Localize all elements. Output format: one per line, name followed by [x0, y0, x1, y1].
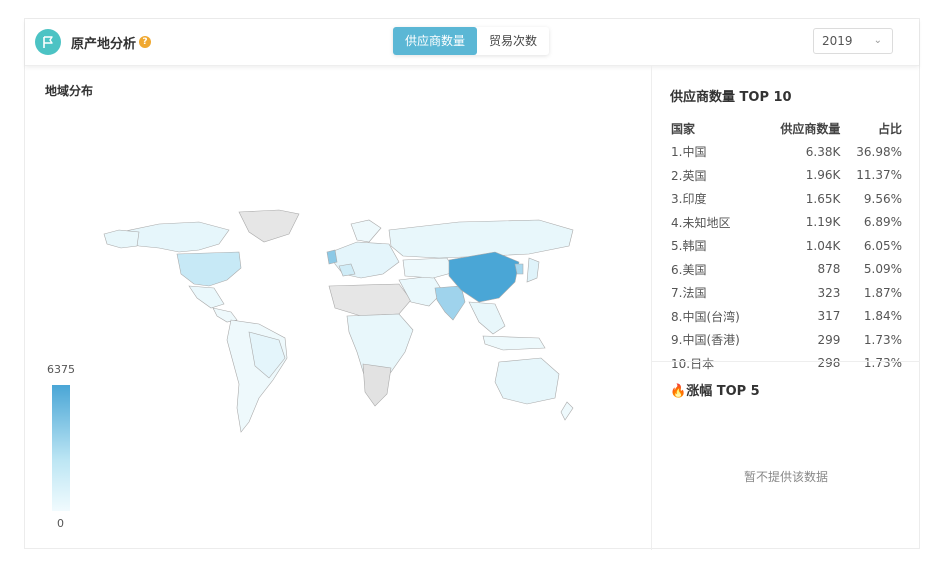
table-row: 7.法国 323 1.87%	[670, 281, 903, 305]
chevron-down-icon: ⌄	[873, 35, 882, 46]
map-region-indonesia	[482, 335, 546, 351]
cell-supplier-count: 1.04K	[805, 238, 841, 253]
cell-share: 36.98%	[856, 144, 902, 159]
map-region-india	[434, 285, 466, 321]
map-region-japan	[526, 257, 540, 283]
cell-country: 10.日本	[671, 356, 715, 371]
cell-share: 1.87%	[863, 285, 902, 300]
origin-analysis-card: 原产地分析 ? 供应商数量 贸易次数 2019 ⌄ 地域分布 6375 0 供应…	[24, 18, 920, 550]
table-header-row: 国家 供应商数量 占比	[670, 116, 903, 140]
map-region-russia	[388, 219, 574, 259]
column-header-supplier-count: 供应商数量	[780, 121, 841, 136]
metric-tabs: 供应商数量 贸易次数	[393, 27, 550, 55]
map-region-europe	[330, 241, 400, 279]
table-row: 5.韩国 1.04K 6.05%	[670, 234, 903, 258]
top5-title-text: 涨幅 TOP 5	[686, 384, 760, 399]
map-region-north-africa	[328, 283, 412, 317]
cell-country: 1.中国	[671, 145, 707, 160]
table-row: 2.英国 1.96K 11.37%	[670, 164, 903, 188]
map-region-uk	[326, 249, 338, 265]
cell-country: 2.英国	[671, 168, 707, 183]
cell-country: 9.中国(香港)	[671, 333, 740, 348]
table-row: 10.日本 298 1.73%	[670, 352, 903, 376]
cell-share: 1.84%	[863, 309, 902, 324]
legend-gradient	[52, 385, 70, 511]
cell-supplier-count: 299	[817, 332, 841, 347]
top5-title: 🔥涨幅 TOP 5	[670, 380, 760, 399]
year-value: 2019	[822, 34, 853, 48]
cell-supplier-count: 298	[817, 356, 841, 371]
table-row: 8.中国(台湾) 317 1.84%	[670, 305, 903, 329]
cell-country: 3.印度	[671, 192, 707, 207]
table-row: 6.美国 878 5.09%	[670, 258, 903, 282]
map-region-alaska	[103, 229, 140, 249]
map-region-central-america	[212, 307, 238, 323]
column-header-share: 占比	[877, 121, 902, 136]
cell-country: 5.韩国	[671, 239, 707, 254]
cell-supplier-count: 878	[817, 262, 841, 277]
map-region-central-asia	[402, 257, 456, 279]
cell-share: 1.73%	[863, 332, 902, 347]
cell-supplier-count: 1.65K	[805, 191, 841, 206]
cell-share: 11.37%	[856, 168, 902, 183]
tab-trade-count[interactable]: 贸易次数	[477, 27, 549, 55]
cell-country: 4.未知地区	[671, 215, 731, 230]
cell-supplier-count: 1.96K	[805, 168, 841, 183]
cell-share: 9.56%	[863, 191, 902, 206]
cell-supplier-count: 323	[817, 285, 841, 300]
legend-min-label: 0	[57, 517, 64, 530]
map-region-scandinavia	[350, 219, 382, 243]
map-region-new-zealand	[560, 401, 574, 421]
tab-supplier-count[interactable]: 供应商数量	[393, 27, 478, 55]
column-header-country: 国家	[671, 121, 696, 136]
cell-supplier-count: 1.19K	[805, 215, 841, 230]
card-header: 原产地分析 ? 供应商数量 贸易次数 2019 ⌄	[25, 19, 919, 66]
page-title: 原产地分析	[71, 37, 137, 52]
table-row: 4.未知地区 1.19K 6.89%	[670, 211, 903, 235]
top10-table: 国家 供应商数量 占比 1.中国 6.38K 36.98% 2.英国 1.96K 11.3…	[670, 116, 903, 375]
year-select[interactable]: 2019 ⌄	[813, 28, 893, 54]
cell-supplier-count: 6.38K	[805, 144, 841, 159]
table-row: 3.印度 1.65K 9.56%	[670, 187, 903, 211]
cell-country: 8.中国(台湾)	[671, 309, 740, 324]
map-region-usa	[176, 251, 242, 287]
map-region-mexico	[188, 285, 225, 309]
cell-country: 7.法国	[671, 286, 707, 301]
ranking-panel: 供应商数量 TOP 10 国家 供应商数量 占比 1.中国 6.38K 36.98%…	[652, 66, 920, 550]
world-map	[103, 209, 574, 433]
map-title: 地域分布	[45, 84, 94, 98]
map-region-southern-africa	[362, 363, 392, 407]
flag-icon	[35, 29, 61, 55]
fire-icon: 🔥	[670, 384, 687, 399]
question-icon[interactable]: ?	[139, 36, 151, 48]
legend-max-label: 6375	[47, 363, 75, 376]
cell-share: 1.73%	[863, 356, 902, 371]
cell-supplier-count: 317	[817, 309, 841, 324]
cell-share: 6.05%	[863, 238, 902, 253]
cell-share: 6.89%	[863, 215, 902, 230]
map-region-greenland	[238, 209, 300, 243]
table-row: 9.中国(香港) 299 1.73%	[670, 328, 903, 352]
table-row: 1.中国 6.38K 36.98%	[670, 140, 903, 164]
top10-title: 供应商数量 TOP 10	[670, 90, 792, 105]
map-region-southeast-asia	[468, 301, 506, 335]
empty-state-text: 暂不提供该数据	[743, 470, 828, 484]
cell-share: 5.09%	[863, 262, 902, 277]
map-panel: 地域分布 6375 0	[25, 66, 652, 550]
cell-country: 6.美国	[671, 262, 707, 277]
map-region-australia	[494, 357, 560, 405]
section-divider	[652, 361, 920, 362]
